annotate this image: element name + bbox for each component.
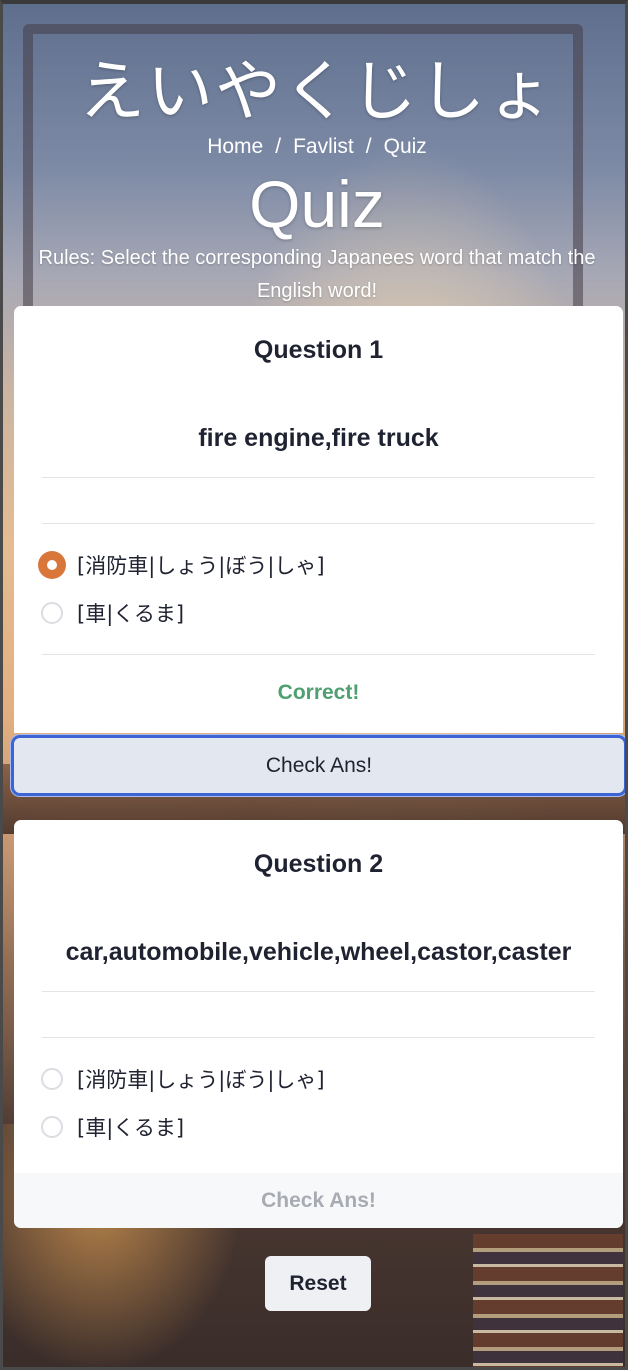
question-heading: Question 2: [253, 850, 384, 878]
question-english-word: car,automobile,vehicle,wheel,castor,cast…: [65, 938, 572, 966]
question-card-1: Question 1 fire engine,fire truck [消防車|し…: [11, 306, 625, 796]
divider: [42, 654, 595, 655]
question-heading: Question 1: [253, 336, 384, 364]
radio-button[interactable]: [41, 1068, 63, 1090]
question-english-word: fire engine,fire truck: [198, 424, 439, 452]
reset-button[interactable]: Reset: [265, 1256, 371, 1311]
breadcrumb-home-link[interactable]: Home: [207, 135, 263, 158]
radio-button-selected[interactable]: [38, 551, 66, 579]
divider: [42, 1037, 595, 1038]
answer-option-1[interactable]: [消防車|しょう|ぼう|しゃ]: [38, 548, 325, 582]
radio-button[interactable]: [41, 602, 63, 624]
breadcrumb-separator: /: [365, 135, 372, 158]
answer-option-label: [車|くるま]: [77, 602, 185, 626]
answer-option-2[interactable]: [車|くるま]: [41, 596, 184, 630]
check-answer-button[interactable]: Check Ans!: [11, 735, 625, 796]
page-title: Quiz: [249, 167, 385, 241]
answer-option-label: [消防車|しょう|ぼう|しゃ]: [77, 1068, 325, 1092]
answer-option-2[interactable]: [車|くるま]: [41, 1110, 184, 1144]
app-frame: えいやくじしょ Home / Favlist / Quiz Quiz Rules: Se…: [0, 0, 628, 1370]
answer-option-1[interactable]: [消防車|しょう|ぼう|しゃ]: [41, 1062, 325, 1096]
breadcrumb-separator: /: [275, 135, 282, 158]
site-title: えいやくじしょ: [79, 53, 555, 130]
page-content: えいやくじしょ Home / Favlist / Quiz Quiz Rules: Se…: [3, 4, 625, 1367]
radio-button[interactable]: [41, 1116, 63, 1138]
answer-result-text: Correct!: [277, 681, 360, 704]
divider: [42, 991, 595, 992]
quiz-rules: Rules: Select the corresponding Japanees…: [38, 247, 596, 302]
breadcrumb: Home / Favlist / Quiz: [3, 132, 625, 162]
breadcrumb-current-quiz: Quiz: [383, 135, 427, 158]
question-card-1-body: Question 1 fire engine,fire truck [消防車|し…: [14, 306, 623, 733]
divider: [42, 523, 595, 524]
answer-option-label: [車|くるま]: [77, 1116, 185, 1140]
check-answer-button-disabled[interactable]: Check Ans!: [14, 1173, 623, 1228]
breadcrumb-favlist-link[interactable]: Favlist: [293, 135, 354, 158]
divider: [42, 477, 595, 478]
question-card-2: Question 2 car,automobile,vehicle,wheel,…: [14, 820, 623, 1228]
answer-option-label: [消防車|しょう|ぼう|しゃ]: [77, 554, 325, 578]
